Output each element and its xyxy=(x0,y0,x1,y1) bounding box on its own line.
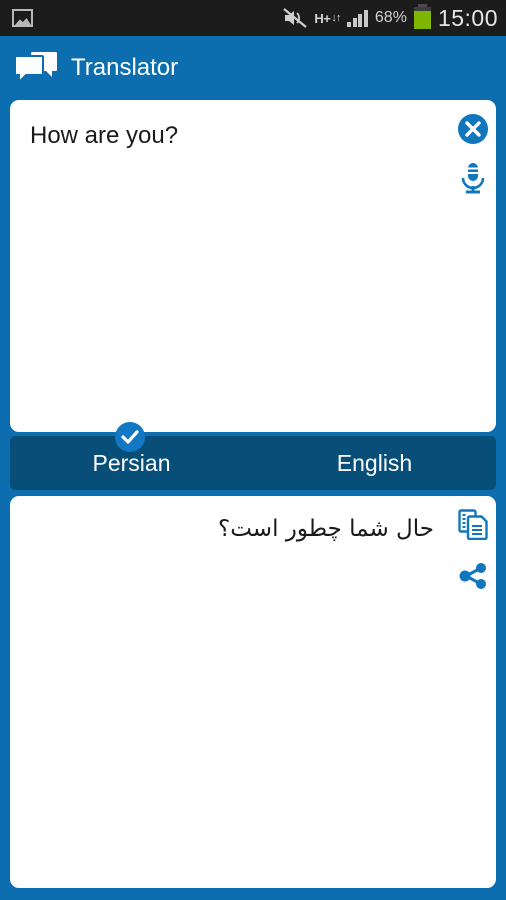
data-arrows-icon: ↓↑ xyxy=(331,11,341,24)
signal-icon xyxy=(347,9,368,27)
status-bar-right: H+ ↓↑ 68% 15:00 xyxy=(283,4,498,31)
microphone-icon xyxy=(461,163,485,194)
source-text-input[interactable]: How are you? xyxy=(30,120,450,151)
clock-label: 15:00 xyxy=(437,4,498,31)
checkmark-icon xyxy=(121,430,139,444)
close-circle-icon xyxy=(458,114,488,144)
status-bar: H+ ↓↑ 68% 15:00 xyxy=(0,0,506,36)
voice-input-button[interactable] xyxy=(454,159,492,197)
speech-bubbles-icon xyxy=(14,52,57,85)
language-option-target[interactable]: English xyxy=(253,436,496,490)
network-type-label: H+ xyxy=(314,10,331,26)
output-card: حال شما چطور است؟ xyxy=(10,496,496,888)
translator-app-screen: H+ ↓↑ 68% 15:00 Translator How are you? xyxy=(0,0,506,900)
battery-percent-label: 68% xyxy=(374,9,407,26)
gallery-icon xyxy=(12,9,33,27)
page-title: Translator xyxy=(71,54,179,81)
clear-text-button[interactable] xyxy=(454,110,492,148)
status-bar-left xyxy=(12,9,33,27)
input-card: How are you? xyxy=(10,100,496,432)
copy-icon xyxy=(458,509,488,540)
mute-icon xyxy=(283,8,308,28)
copy-button[interactable] xyxy=(454,505,492,543)
hplus-data-icon: H+ ↓↑ xyxy=(314,10,341,26)
check-circle-icon xyxy=(115,422,145,452)
language-selector-bar: Persian English xyxy=(10,422,496,490)
share-icon xyxy=(459,563,486,589)
battery-icon xyxy=(413,4,431,29)
translated-text: حال شما چطور است؟ xyxy=(218,516,434,542)
app-bar: Translator xyxy=(0,36,506,100)
share-button[interactable] xyxy=(454,557,492,595)
